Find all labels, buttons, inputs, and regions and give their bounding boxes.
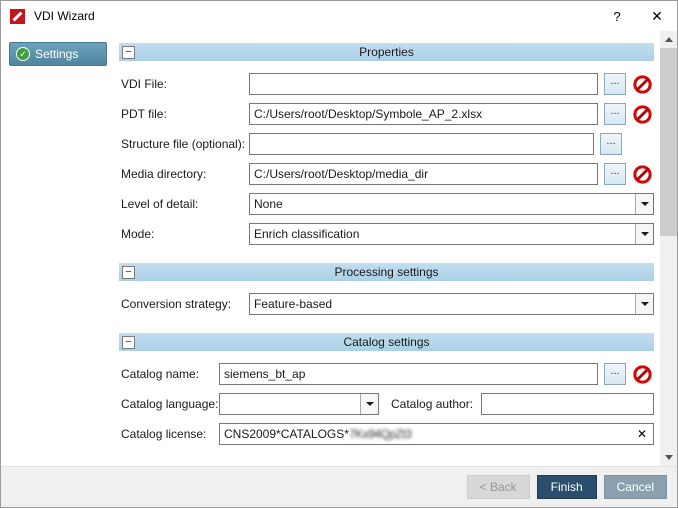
vdi-file-label: VDI File:	[121, 77, 249, 91]
vdi-file-input[interactable]	[249, 73, 598, 95]
section-title: Processing settings	[119, 265, 654, 279]
catalog-name-input[interactable]	[219, 363, 598, 385]
title-bar: VDI Wizard ? ✕	[1, 1, 677, 31]
structure-file-input[interactable]	[249, 133, 594, 155]
conversion-strategy-label: Conversion strategy:	[121, 297, 249, 311]
catalog-name-label: Catalog name:	[121, 367, 219, 381]
catalog-author-label: Catalog author:	[391, 397, 481, 411]
catalog-name-prohibit-button[interactable]	[630, 363, 654, 385]
scroll-up-icon	[665, 37, 673, 42]
prohibition-icon	[632, 364, 653, 385]
pdt-file-browse-button[interactable]: ...	[604, 103, 626, 125]
vertical-scrollbar[interactable]	[660, 31, 677, 466]
catalog-license-redacted-value: 7Kx94QpZt3	[349, 427, 411, 441]
catalog-license-input[interactable]: CNS2009*CATALOGS* 7Kx94QpZt3 ✕	[219, 423, 654, 445]
main-panel: Properties − VDI File: ... PDT file: ...	[113, 31, 660, 466]
mode-label: Mode:	[121, 227, 249, 241]
catalog-license-value: CNS2009*CATALOGS*	[224, 427, 349, 441]
level-of-detail-label: Level of detail:	[121, 197, 249, 211]
vdi-file-browse-button[interactable]: ...	[604, 73, 626, 95]
dialog-body: ✓ Settings Properties − VDI File: ... PD…	[1, 31, 677, 466]
level-of-detail-value: None	[250, 194, 635, 214]
field-row-catalog-license: Catalog license: CNS2009*CATALOGS* 7Kx94…	[121, 423, 654, 445]
field-row-conversion-strategy: Conversion strategy: Feature-based	[121, 293, 654, 315]
pdt-file-prohibit-button[interactable]	[630, 103, 654, 125]
chevron-down-icon	[635, 194, 653, 214]
structure-file-label: Structure file (optional):	[121, 137, 249, 151]
catalog-language-value	[220, 394, 360, 414]
section-title: Properties	[119, 45, 654, 59]
app-icon	[10, 9, 25, 24]
scroll-up-button[interactable]	[660, 31, 677, 48]
conversion-strategy-select[interactable]: Feature-based	[249, 293, 654, 315]
catalog-license-label: Catalog license:	[121, 427, 219, 441]
field-row-media-directory: Media directory: ...	[121, 163, 654, 185]
back-button[interactable]: < Back	[467, 475, 530, 499]
clear-input-icon[interactable]: ✕	[635, 427, 649, 441]
field-row-mode: Mode: Enrich classification	[121, 223, 654, 245]
prohibition-icon	[632, 164, 653, 185]
help-button[interactable]: ?	[597, 1, 637, 31]
catalog-author-input[interactable]	[481, 393, 654, 415]
field-row-catalog-name: Catalog name: ...	[121, 363, 654, 385]
scrollbar-thumb[interactable]	[660, 48, 677, 236]
footer-bar: < Back Finish Cancel	[1, 466, 677, 507]
field-row-pdt-file: PDT file: ...	[121, 103, 654, 125]
media-directory-label: Media directory:	[121, 167, 249, 181]
structure-file-browse-button[interactable]: ...	[600, 133, 622, 155]
catalog-name-browse-button[interactable]: ...	[604, 363, 626, 385]
mode-select[interactable]: Enrich classification	[249, 223, 654, 245]
scroll-down-icon	[665, 455, 673, 460]
vdi-file-prohibit-button[interactable]	[630, 73, 654, 95]
media-directory-browse-button[interactable]: ...	[604, 163, 626, 185]
cancel-button[interactable]: Cancel	[604, 475, 667, 499]
pdt-file-input[interactable]	[249, 103, 598, 125]
field-row-catalog-language-author: Catalog language: Catalog author:	[121, 393, 654, 415]
sidebar: ✓ Settings	[1, 31, 113, 466]
section-header-processing: Processing settings −	[119, 263, 654, 281]
section-header-catalog: Catalog settings −	[119, 333, 654, 351]
prohibition-icon	[632, 104, 653, 125]
chevron-down-icon	[635, 294, 653, 314]
conversion-strategy-value: Feature-based	[250, 294, 635, 314]
chevron-down-icon	[360, 394, 378, 414]
chevron-down-icon	[635, 224, 653, 244]
prohibition-icon	[632, 74, 653, 95]
media-directory-input[interactable]	[249, 163, 598, 185]
field-row-structure-file: Structure file (optional): ...	[121, 133, 654, 155]
section-title: Catalog settings	[119, 335, 654, 349]
check-circle-icon: ✓	[16, 47, 30, 61]
finish-button[interactable]: Finish	[537, 475, 597, 499]
catalog-language-label: Catalog language:	[121, 397, 219, 411]
field-row-level-of-detail: Level of detail: None	[121, 193, 654, 215]
structure-file-spacer	[626, 133, 654, 155]
close-button[interactable]: ✕	[637, 1, 677, 31]
window-title: VDI Wizard	[34, 9, 597, 23]
sidebar-settings-label: Settings	[35, 47, 78, 61]
field-row-vdi-file: VDI File: ...	[121, 73, 654, 95]
catalog-language-select[interactable]	[219, 393, 379, 415]
mode-value: Enrich classification	[250, 224, 635, 244]
media-directory-prohibit-button[interactable]	[630, 163, 654, 185]
pdt-file-label: PDT file:	[121, 107, 249, 121]
scroll-down-button[interactable]	[660, 449, 677, 466]
level-of-detail-select[interactable]: None	[249, 193, 654, 215]
sidebar-item-settings[interactable]: ✓ Settings	[9, 42, 107, 66]
section-header-properties: Properties −	[119, 43, 654, 61]
vdi-wizard-dialog: VDI Wizard ? ✕ ✓ Settings Properties − V…	[0, 0, 678, 508]
